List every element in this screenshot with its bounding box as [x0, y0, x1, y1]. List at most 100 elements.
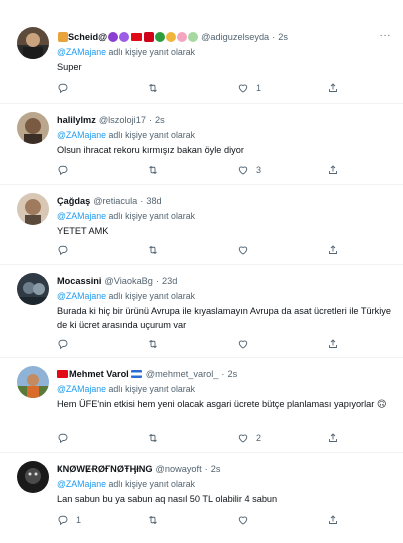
- reply-icon: [58, 433, 68, 444]
- timestamp[interactable]: 2s: [155, 112, 165, 128]
- display-name[interactable]: Çağdaş: [57, 193, 90, 209]
- user-handle[interactable]: @ViaokaBg: [104, 273, 153, 289]
- tweet[interactable]: Mehmet Varol @mehmet_varol_ · 2s @ZAMaja…: [0, 358, 403, 453]
- retweet-button[interactable]: [147, 164, 237, 176]
- user-handle[interactable]: @lszoloji17: [99, 112, 146, 128]
- mention-link[interactable]: @ZAMajane: [57, 47, 106, 57]
- timestamp[interactable]: 38d: [146, 193, 161, 209]
- display-name[interactable]: Scheid@: [68, 29, 107, 45]
- retweet-icon: [149, 515, 157, 525]
- like-button[interactable]: 2: [237, 432, 327, 444]
- separator-dot: ·: [221, 369, 225, 379]
- share-button[interactable]: [327, 164, 357, 176]
- heart-icon: [144, 32, 155, 42]
- mention-link[interactable]: @ZAMajane: [57, 384, 106, 394]
- tweet-text: YETET AMK: [57, 226, 109, 236]
- like-button[interactable]: [237, 244, 327, 256]
- reply-button[interactable]: [57, 432, 147, 444]
- separator-dot: ·: [148, 115, 152, 125]
- tweet-actions: 1: [57, 80, 357, 96]
- retweet-icon: [149, 165, 157, 175]
- avatar[interactable]: [17, 27, 49, 59]
- tweet-actions: [57, 242, 357, 258]
- tweet[interactable]: Mocassini @ViaokaBg · 23d @ZAMajane adlı…: [0, 265, 403, 358]
- tweet-text: Lan sabun bu ya sabun aq nasıl 50 TL ola…: [57, 494, 278, 504]
- reply-button[interactable]: [57, 338, 147, 350]
- timestamp[interactable]: 2s: [278, 29, 288, 45]
- avatar[interactable]: [17, 193, 49, 225]
- reply-button[interactable]: [57, 164, 147, 176]
- user-handle[interactable]: @retiacula: [93, 193, 137, 209]
- flag-icon: [130, 370, 142, 378]
- timestamp[interactable]: 2s: [227, 366, 237, 382]
- tweet[interactable]: Scheid@ @adiguzelseyda · 2s ··· @ZAMajan…: [0, 0, 403, 104]
- mention-link[interactable]: @ZAMajane: [57, 291, 106, 301]
- mention-link[interactable]: @ZAMajane: [57, 211, 106, 221]
- share-button[interactable]: [327, 244, 357, 256]
- tweet[interactable]: Çağdaş @retiacula · 38d @ZAMajane adlı k…: [0, 185, 403, 265]
- retweet-button[interactable]: [147, 338, 237, 350]
- share-icon: [329, 433, 337, 442]
- reply-context: @ZAMajane adlı kişiye yanıt olarak: [57, 209, 395, 223]
- reply-context-text: adlı kişiye yanıt olarak: [106, 291, 196, 301]
- timestamp[interactable]: 2s: [211, 461, 221, 477]
- retweet-button[interactable]: [147, 432, 237, 444]
- timestamp[interactable]: 23d: [162, 273, 177, 289]
- reply-context: @ZAMajane adlı kişiye yanıt olarak: [57, 128, 395, 142]
- reply-context-text: adlı kişiye yanıt olarak: [106, 479, 196, 489]
- share-button[interactable]: [327, 338, 357, 350]
- heart-outline-icon: [238, 340, 248, 349]
- reply-context: @ZAMajane adlı kişiye yanıt olarak: [57, 289, 395, 303]
- heart-outline-icon: [238, 516, 248, 525]
- heart-outline-icon: [238, 246, 248, 255]
- avatar[interactable]: [17, 112, 49, 144]
- share-icon: [329, 515, 337, 524]
- like-button[interactable]: 3: [237, 164, 327, 176]
- retweet-icon: [149, 245, 157, 255]
- display-name[interactable]: halilylmz: [57, 112, 96, 128]
- avatar[interactable]: [17, 273, 49, 305]
- reply-context: @ZAMajane adlı kişiye yanıt olarak: [57, 477, 395, 491]
- share-icon: [329, 83, 337, 92]
- clover-icon: [155, 32, 166, 42]
- share-button[interactable]: [327, 514, 357, 526]
- display-name[interactable]: Mocassini: [57, 273, 101, 289]
- tweet[interactable]: halilylmz @lszoloji17 · 2s @ZAMajane adl…: [0, 104, 403, 185]
- reply-icon: [58, 515, 68, 526]
- like-button[interactable]: [237, 514, 327, 526]
- avatar[interactable]: [17, 366, 49, 398]
- retweet-button[interactable]: [147, 514, 237, 526]
- more-options-icon[interactable]: ···: [380, 29, 392, 43]
- user-handle[interactable]: @nowayoft: [156, 461, 202, 477]
- tweet-feed: Scheid@ @adiguzelseyda · 2s ··· @ZAMajan…: [0, 0, 403, 543]
- separator-dot: ·: [140, 196, 144, 206]
- separator-dot: ·: [155, 276, 159, 286]
- purple-emoji-icon: [108, 32, 119, 42]
- share-button[interactable]: [327, 432, 357, 444]
- share-button[interactable]: [327, 82, 357, 94]
- reply-button[interactable]: 1: [57, 514, 147, 526]
- tweet[interactable]: ҜNØWɆɌØҒNØŦӉłNG @nowayoft · 2s @ZAMajane…: [0, 453, 403, 543]
- user-handle[interactable]: @adiguzelseyda: [201, 29, 269, 45]
- avatar[interactable]: [17, 461, 49, 493]
- mention-link[interactable]: @ZAMajane: [57, 130, 106, 140]
- tweet-actions: 1: [57, 512, 357, 528]
- reply-context-text: adlı kişiye yanıt olarak: [106, 211, 196, 221]
- retweet-icon: [149, 433, 157, 443]
- reply-context: @ZAMajane adlı kişiye yanıt olarak: [57, 45, 395, 59]
- user-handle[interactable]: @mehmet_varol_: [146, 366, 219, 382]
- display-name[interactable]: ҜNØWɆɌØҒNØŦӉłNG: [57, 461, 153, 477]
- retweet-icon: [149, 83, 157, 93]
- reply-button[interactable]: [57, 244, 147, 256]
- turkey-flag-icon: [57, 370, 68, 378]
- reply-button[interactable]: [57, 82, 147, 94]
- tweet-actions: 3: [57, 162, 357, 178]
- dove-icon: [188, 32, 199, 42]
- retweet-button[interactable]: [147, 244, 237, 256]
- display-name[interactable]: Mehmet Varol: [69, 366, 129, 382]
- mention-link[interactable]: @ZAMajane: [57, 479, 106, 489]
- like-button[interactable]: [237, 338, 327, 350]
- like-button[interactable]: 1: [237, 82, 327, 94]
- share-icon: [329, 339, 337, 348]
- retweet-button[interactable]: [147, 82, 237, 94]
